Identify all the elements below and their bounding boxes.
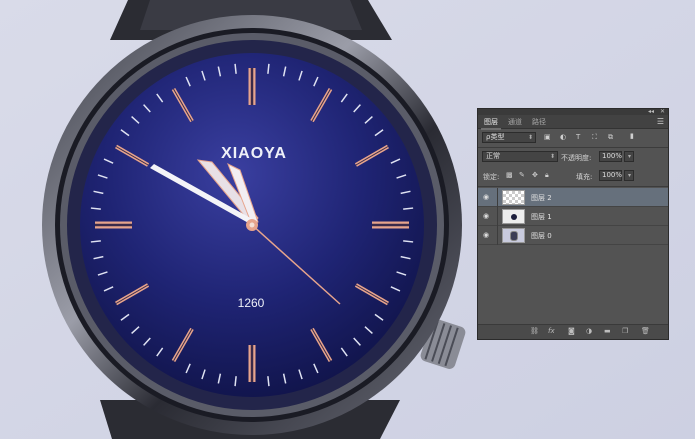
lock-transparent-icon[interactable]: ▩ <box>506 171 513 179</box>
layer-name[interactable]: 图层 0 <box>531 231 552 241</box>
blend-row: 正常 ⬍ 不透明度: 100% ▾ <box>478 150 668 164</box>
layer-row[interactable]: ◉ 图层 2 <box>478 188 668 207</box>
layer-row[interactable]: ◉ 图层 1 <box>478 207 668 226</box>
thumbnail-watch <box>510 231 518 241</box>
minute-tick <box>234 63 237 74</box>
divider <box>497 207 498 226</box>
layer-name[interactable]: 图层 1 <box>531 212 552 222</box>
minute-tick <box>90 207 101 210</box>
chevron-down-icon: ⬍ <box>527 134 533 141</box>
lock-row: 锁定: ▩ ✎ ✥ 🔒︎ 填充: 100% ▾ <box>478 169 668 183</box>
adjustment-layer-icon[interactable]: ◑ <box>586 327 592 335</box>
new-layer-icon[interactable]: ❐ <box>622 327 628 335</box>
tab-channels[interactable]: 通道 <box>508 117 522 127</box>
panel-menu-icon[interactable]: ☰ <box>657 117 664 126</box>
close-icon[interactable]: ✕ <box>660 108 665 115</box>
layer-thumbnail <box>502 209 525 224</box>
blend-mode-select[interactable]: 正常 ⬍ <box>482 151 558 162</box>
layer-name[interactable]: 图层 2 <box>531 193 552 203</box>
visibility-eye-icon[interactable]: ◉ <box>483 212 489 220</box>
layers-bottom-toolbar: ⛓ fx ◙ ◑ ▬ ❐ 🗑︎ <box>478 324 668 339</box>
collapse-icon[interactable]: ◂◂ <box>648 108 654 115</box>
image-filter-icon[interactable]: ▣ <box>544 133 551 141</box>
minute-tick <box>403 207 414 210</box>
link-layers-icon[interactable]: ⛓ <box>530 327 539 335</box>
tab-layers[interactable]: 图层 <box>481 117 501 130</box>
chevron-down-icon: ⬍ <box>549 153 555 160</box>
divider <box>478 147 668 148</box>
kind-filter-label: ρ类型 <box>486 133 505 141</box>
tab-paths[interactable]: 路径 <box>532 117 546 127</box>
opacity-field[interactable]: 100% <box>599 151 622 162</box>
type-filter-icon[interactable]: T <box>576 133 580 141</box>
divider <box>497 188 498 207</box>
fx-icon[interactable]: fx <box>548 327 555 335</box>
minute-tick <box>267 376 270 387</box>
delete-layer-icon[interactable]: 🗑︎ <box>641 327 650 335</box>
fill-label: 填充: <box>576 173 593 181</box>
blend-mode-value: 正常 <box>486 152 500 160</box>
opacity-slider-button[interactable]: ▾ <box>624 151 634 162</box>
panel-tabs: 图层 通道 路径 ☰ <box>478 115 668 130</box>
kind-filter-select[interactable]: ρ类型 ⬍ <box>482 132 536 143</box>
shape-filter-icon[interactable]: ⛶ <box>592 133 597 142</box>
adjustment-filter-icon[interactable]: ◐ <box>560 133 566 141</box>
visibility-eye-icon[interactable]: ◉ <box>483 231 489 239</box>
minute-tick <box>90 240 101 243</box>
fill-value: 100% <box>602 171 623 179</box>
minute-tick <box>234 376 237 387</box>
fill-field[interactable]: 100% <box>599 170 622 181</box>
chevron-down-icon: ▾ <box>627 153 631 160</box>
minute-tick <box>267 63 270 74</box>
filter-row: ρ类型 ⬍ ▣ ◐ T ⛶ ⧉ ▮ <box>478 131 668 145</box>
add-mask-icon[interactable]: ◙ <box>568 327 575 335</box>
new-group-icon[interactable]: ▬ <box>604 327 611 335</box>
fill-slider-button[interactable]: ▾ <box>624 170 634 181</box>
lock-position-icon[interactable]: ✥ <box>532 171 538 179</box>
visibility-eye-icon[interactable]: ◉ <box>483 193 489 201</box>
opacity-label: 不透明度: <box>561 154 592 162</box>
filter-toggle-icon[interactable]: ▮ <box>630 132 634 140</box>
divider <box>497 226 498 245</box>
divider <box>478 186 668 187</box>
layers-panel: ◂◂ ✕ 图层 通道 路径 ☰ ρ类型 ⬍ ▣ ◐ T ⛶ ⧉ ▮ 正常 ⬍ 不… <box>477 108 669 340</box>
chevron-down-icon: ▾ <box>627 172 631 179</box>
lock-paint-icon[interactable]: ✎ <box>519 171 525 179</box>
lock-label: 锁定: <box>483 173 500 181</box>
smart-object-filter-icon[interactable]: ⧉ <box>608 133 613 142</box>
minute-tick <box>403 240 414 243</box>
lock-all-icon[interactable]: 🔒︎ <box>545 171 549 180</box>
layer-thumbnail <box>502 190 525 205</box>
layer-thumbnail <box>502 228 525 243</box>
thumbnail-dot <box>511 214 517 220</box>
layer-row[interactable]: ◉ 图层 0 <box>478 226 668 245</box>
opacity-value: 100% <box>602 152 623 160</box>
